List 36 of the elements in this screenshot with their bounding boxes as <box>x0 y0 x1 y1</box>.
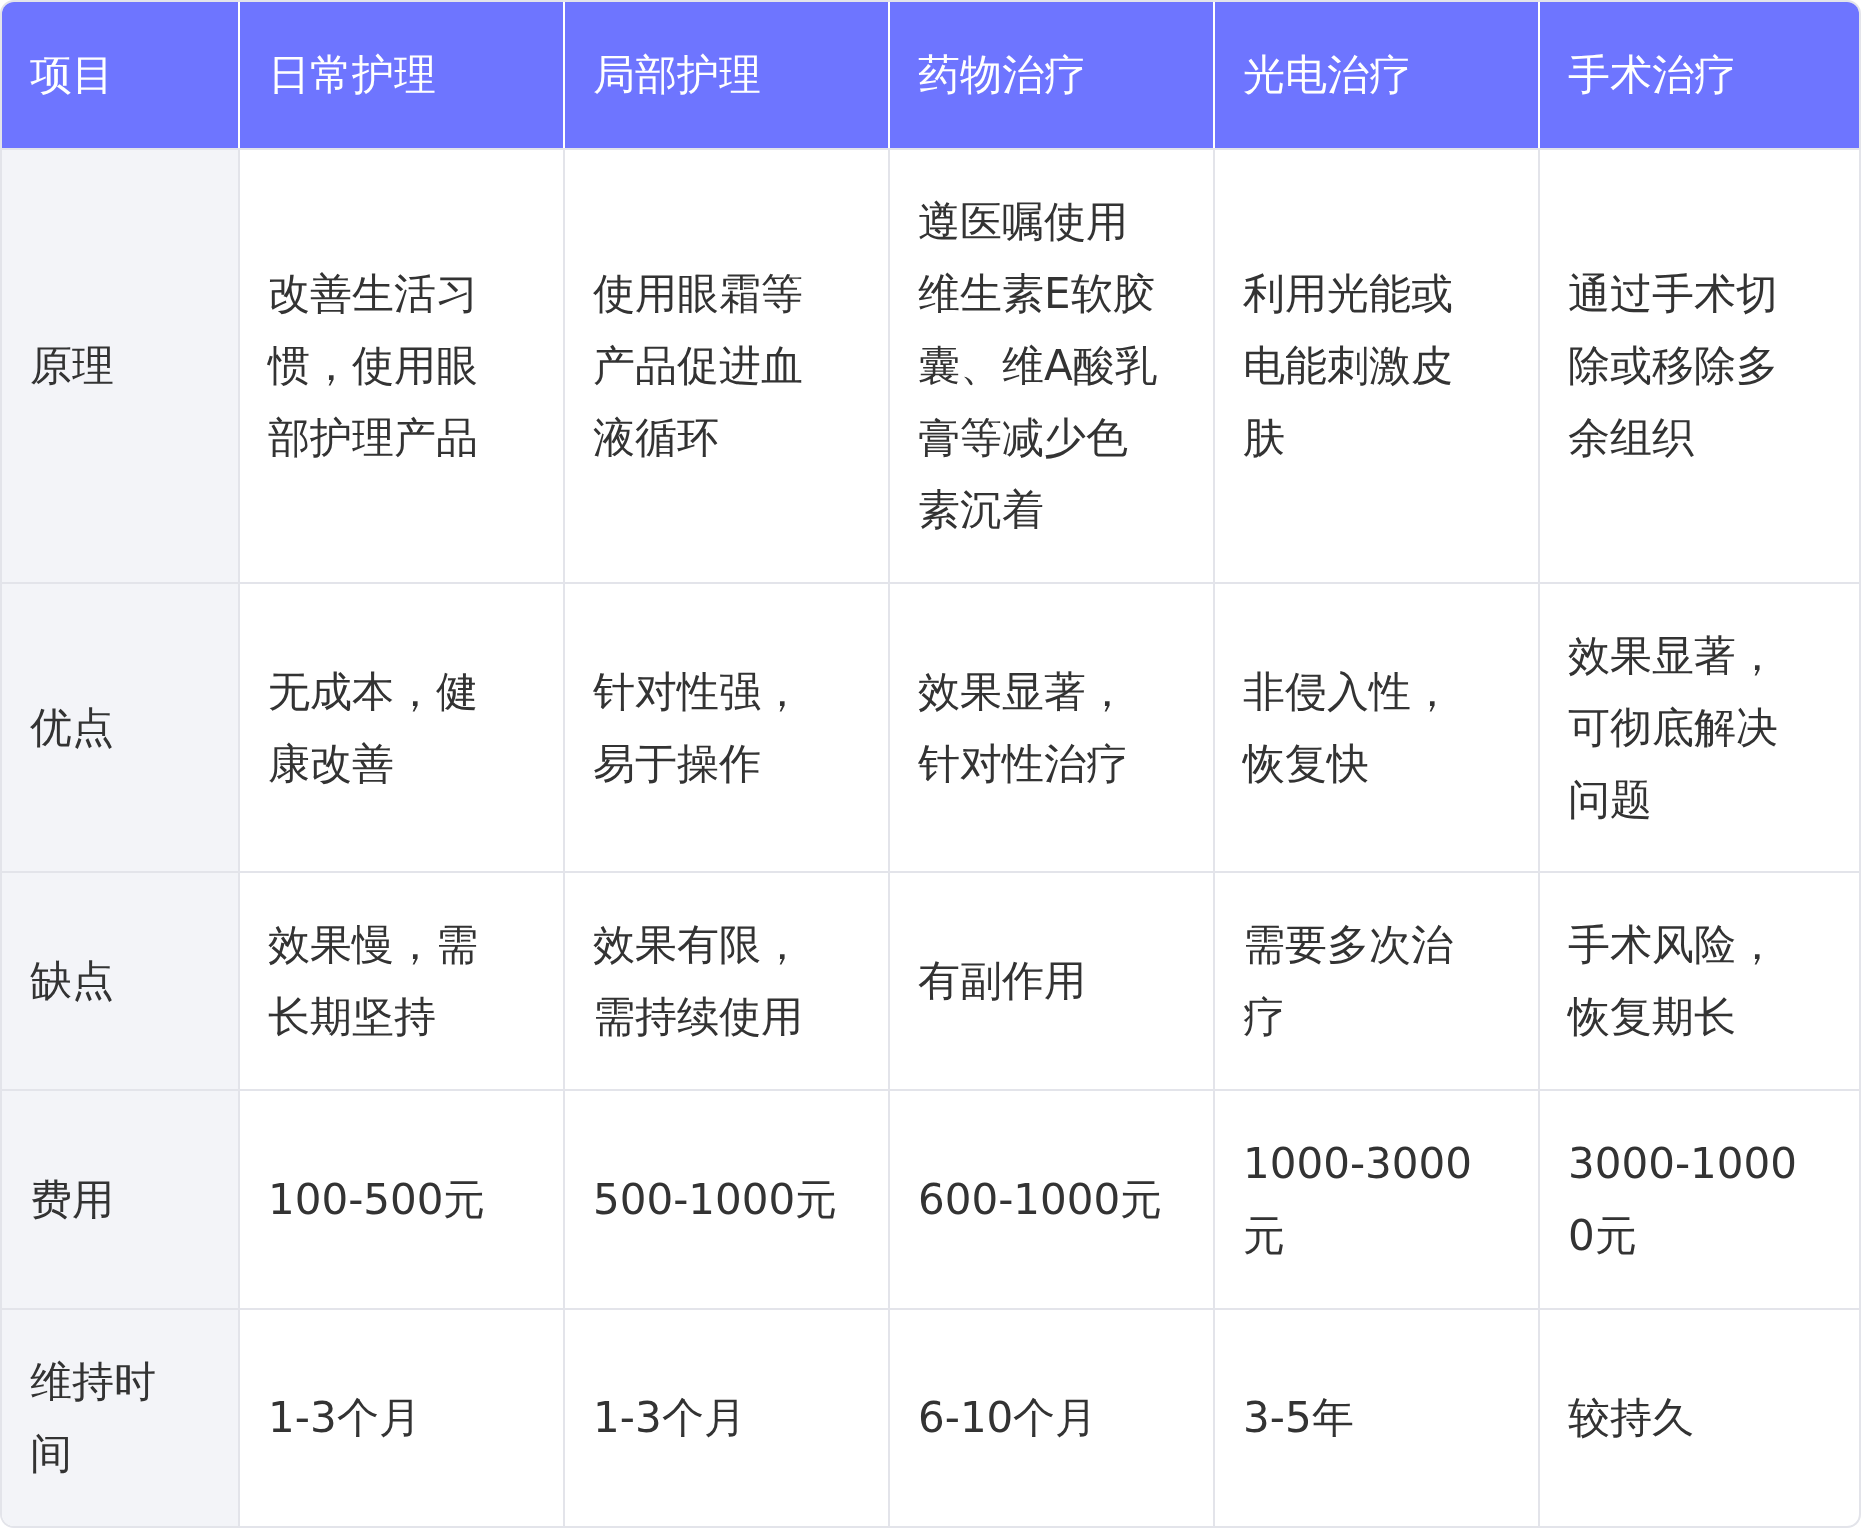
table-cell: 效果慢，需长期坚持 <box>238 871 563 1089</box>
table-cell: 1-3个月 <box>563 1308 888 1526</box>
row-header: 原理 <box>2 148 238 582</box>
table-cell: 100-500元 <box>238 1089 563 1308</box>
table-cell: 1-3个月 <box>238 1308 563 1526</box>
table-cell: 较持久 <box>1538 1308 1859 1526</box>
table-cell: 效果显著，可彻底解决问题 <box>1538 582 1859 871</box>
table-cell: 无成本，健康改善 <box>238 582 563 871</box>
column-header: 日常护理 <box>238 2 563 148</box>
table-cell: 改善生活习惯，使用眼部护理产品 <box>238 148 563 582</box>
row-header: 缺点 <box>2 871 238 1089</box>
table-cell: 3-5年 <box>1213 1308 1538 1526</box>
table-cell: 遵医嘱使用维生素E软胶囊、维A酸乳膏等减少色素沉着 <box>888 148 1213 582</box>
table-cell: 手术风险，恢复期长 <box>1538 871 1859 1089</box>
table-cell: 600-1000元 <box>888 1089 1213 1308</box>
table-cell: 使用眼霜等产品促进血液循环 <box>563 148 888 582</box>
table-cell: 非侵入性，恢复快 <box>1213 582 1538 871</box>
column-header: 项目 <box>2 2 238 148</box>
table-cell: 有副作用 <box>888 871 1213 1089</box>
table-cell: 需要多次治疗 <box>1213 871 1538 1089</box>
table-cell: 500-1000元 <box>563 1089 888 1308</box>
column-header: 光电治疗 <box>1213 2 1538 148</box>
table-cell: 利用光能或电能刺激皮肤 <box>1213 148 1538 582</box>
table-cell: 效果有限，需持续使用 <box>563 871 888 1089</box>
table-cell: 3000-10000元 <box>1538 1089 1859 1308</box>
table-cell: 针对性强，易于操作 <box>563 582 888 871</box>
table-cell: 通过手术切除或移除多余组织 <box>1538 148 1859 582</box>
table-cell: 效果显著，针对性治疗 <box>888 582 1213 871</box>
row-header: 优点 <box>2 582 238 871</box>
row-header: 费用 <box>2 1089 238 1308</box>
row-header: 维持时间 <box>2 1308 238 1526</box>
column-header: 局部护理 <box>563 2 888 148</box>
table-cell: 6-10个月 <box>888 1308 1213 1526</box>
column-header: 药物治疗 <box>888 2 1213 148</box>
column-header: 手术治疗 <box>1538 2 1859 148</box>
table-cell: 1000-3000元 <box>1213 1089 1538 1308</box>
